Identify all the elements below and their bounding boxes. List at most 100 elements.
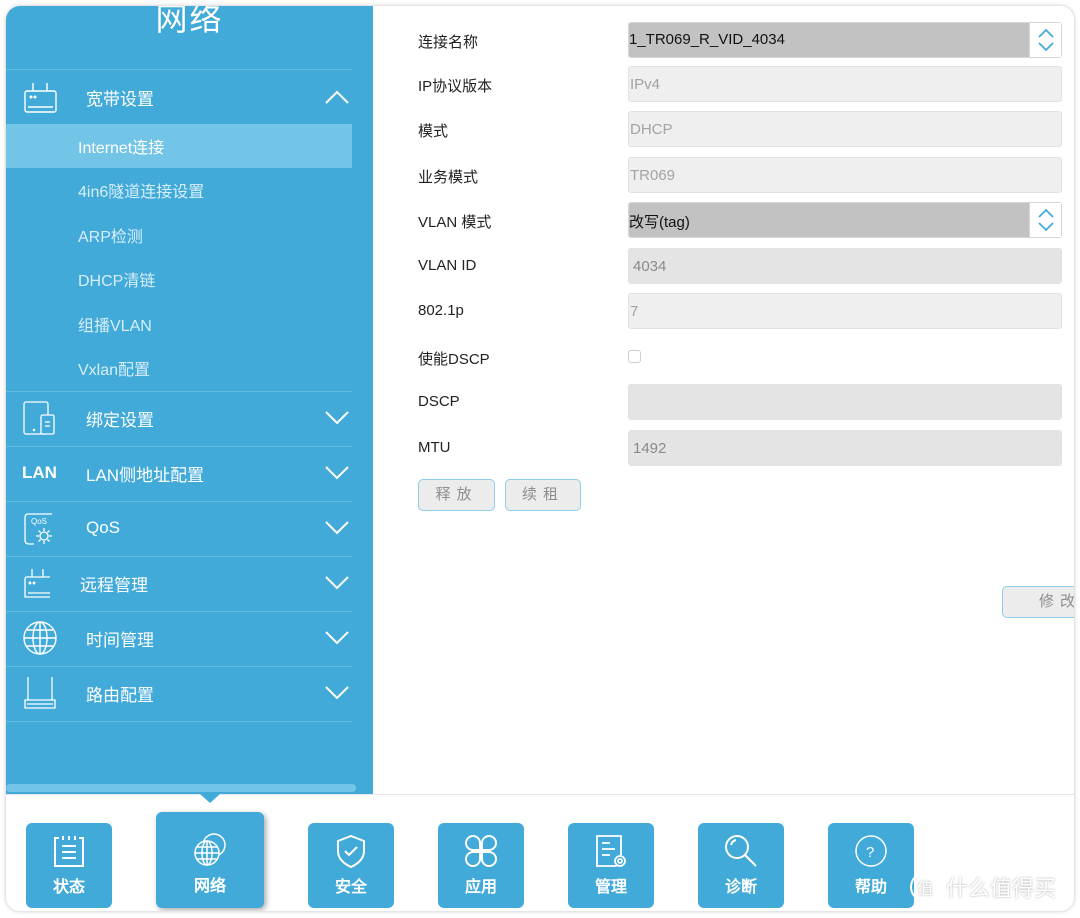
field-label: 模式 <box>418 123 449 140</box>
sidebar-group-qos[interactable]: QoS QoS <box>6 501 352 555</box>
chevron-down-icon[interactable] <box>324 465 350 481</box>
sidebar-group-label: 绑定设置 <box>86 410 154 430</box>
diagnose-search-icon <box>723 833 759 869</box>
form-row-vlan-id: VLAN ID 4034 <box>373 248 1074 284</box>
chevron-down-icon[interactable] <box>324 630 350 646</box>
select-spinner-icon <box>1029 203 1061 237</box>
field-label: DSCP <box>418 393 460 410</box>
remote-router-icon <box>22 565 58 601</box>
qos-gear-icon: QoS <box>22 510 58 546</box>
field-label: 业务模式 <box>418 169 479 186</box>
nav-tab-label: 管理 <box>594 879 627 896</box>
sidebar-group-broadband[interactable]: 宽带设置 <box>6 70 352 124</box>
bottom-nav: 状态 网络 安全 应用 管理 诊断 ? 帮助 值 什么值得买 <box>6 794 1074 911</box>
nav-tab-label: 应用 <box>464 879 497 896</box>
chevron-down-icon[interactable] <box>324 685 350 701</box>
chevron-down-icon[interactable] <box>324 520 350 536</box>
nav-tab-label: 网络 <box>193 878 226 895</box>
nav-tab-label: 诊断 <box>724 879 757 896</box>
vlan-mode-select[interactable]: 改写(tag) <box>628 202 1062 238</box>
sidebar-title: 网络 <box>155 6 224 37</box>
mtu-input[interactable]: 1492 <box>628 430 1062 466</box>
sidebar-group-time-management[interactable]: 时间管理 <box>6 611 352 665</box>
form-row-dscp: DSCP <box>373 384 1074 420</box>
modify-button[interactable]: 修改 <box>1002 586 1074 618</box>
dscp-input[interactable] <box>628 384 1062 420</box>
nav-tab-network[interactable]: 网络 <box>156 812 264 908</box>
form-row-connection-name: 连接名称 1_TR069_R_VID_4034 <box>373 22 1074 58</box>
enable-dscp-checkbox[interactable] <box>628 350 641 363</box>
sidebar-item-4in6-tunnel[interactable]: 4in6隧道连接设置 <box>6 168 352 212</box>
service-mode-field[interactable]: TR069 <box>628 157 1062 193</box>
sidebar-group-remote-management[interactable]: 远程管理 <box>6 556 352 610</box>
svg-text:?: ? <box>866 844 874 861</box>
ip-version-field[interactable]: IPv4 <box>628 66 1062 102</box>
field-label: MTU <box>418 439 451 456</box>
select-spinner-icon <box>1029 23 1061 57</box>
form-row-ip-version: IP协议版本 IPv4 <box>373 66 1074 102</box>
nav-tab-label: 安全 <box>334 879 367 896</box>
mode-field[interactable]: DHCP <box>628 111 1062 147</box>
sidebar-group-label: 时间管理 <box>86 630 154 650</box>
lan-icon: LAN <box>22 463 57 482</box>
sidebar-group-label: 远程管理 <box>80 575 148 595</box>
watermark: 值 什么值得买 <box>910 871 1056 903</box>
sidebar-group-binding[interactable]: 绑定设置 <box>6 391 352 445</box>
sidebar-item-arp-detect[interactable]: ARP检测 <box>6 213 352 257</box>
active-tab-pointer <box>200 794 220 803</box>
apps-grid-icon <box>463 833 499 869</box>
form-row-enable-dscp: 使能DSCP <box>373 339 1074 375</box>
renew-button[interactable]: 续租 <box>505 479 581 511</box>
sidebar-group-routing[interactable]: 路由配置 <box>6 666 352 720</box>
nav-tab-label: 帮助 <box>854 879 887 896</box>
nav-tab-status[interactable]: 状态 <box>26 823 112 908</box>
devices-icon <box>22 400 58 436</box>
nav-tab-apps[interactable]: 应用 <box>438 823 524 908</box>
watermark-text: 什么值得买 <box>946 876 1057 901</box>
chevron-up-icon[interactable] <box>324 89 350 105</box>
field-label: 连接名称 <box>418 34 479 51</box>
select-value: 1_TR069_R_VID_4034 <box>629 31 785 48</box>
globe-icon <box>22 620 58 656</box>
connection-form: 连接名称 1_TR069_R_VID_4034 IP协议版本 IPv4 模式 D… <box>373 6 1074 794</box>
sidebar-group-label: 路由配置 <box>86 685 154 705</box>
sidebar-group-lan-address[interactable]: LAN LAN侧地址配置 <box>6 446 352 500</box>
sidebar-item-vxlan[interactable]: Vxlan配置 <box>6 346 352 390</box>
sidebar-item-internet-connection[interactable]: Internet连接 <box>6 124 352 168</box>
form-row-mtu: MTU 1492 <box>373 430 1074 466</box>
form-row-vlan-mode: VLAN 模式 改写(tag) <box>373 202 1074 238</box>
field-label: IP协议版本 <box>418 78 493 95</box>
field-label: VLAN 模式 <box>418 214 492 231</box>
nav-tab-security[interactable]: 安全 <box>308 823 394 908</box>
sidebar-item-dhcp-clear[interactable]: DHCP清链 <box>6 257 352 301</box>
chevron-down-icon[interactable] <box>324 575 350 591</box>
divider <box>6 721 352 722</box>
form-row-service-mode: 业务模式 TR069 <box>373 157 1074 193</box>
status-clipboard-icon <box>51 833 87 869</box>
router-admin-window: 网络 宽带设置 Internet连接 4in6隧道连接设置 ARP检测 DHCP… <box>6 6 1074 911</box>
field-label: 使能DSCP <box>418 351 490 368</box>
form-row-8021p: 802.1p 7 <box>373 293 1074 329</box>
router-base-icon <box>22 675 58 711</box>
router-icon <box>22 79 58 115</box>
sidebar-item-multicast-vlan[interactable]: 组播VLAN <box>6 302 352 346</box>
sidebar-group-label: 宽带设置 <box>86 89 154 109</box>
vlan-id-input[interactable]: 4034 <box>628 248 1062 284</box>
release-button[interactable]: 释放 <box>418 479 495 511</box>
manage-document-icon <box>593 833 629 869</box>
watermark-badge: 值 <box>910 872 940 902</box>
sidebar-group-label: QoS <box>86 518 121 537</box>
form-row-mode: 模式 DHCP <box>373 111 1074 147</box>
nav-tab-diagnostics[interactable]: 诊断 <box>698 823 784 908</box>
dot1p-field[interactable]: 7 <box>628 293 1062 329</box>
select-value: 改写(tag) <box>629 214 690 231</box>
svg-text:QoS: QoS <box>31 517 47 526</box>
field-label: VLAN ID <box>418 257 477 274</box>
sidebar-horizontal-scrollbar[interactable] <box>6 784 356 792</box>
nav-tab-help[interactable]: ? 帮助 <box>828 823 914 908</box>
sidebar-group-label: LAN侧地址配置 <box>86 465 205 485</box>
nav-tab-label: 状态 <box>52 879 85 896</box>
connection-name-select[interactable]: 1_TR069_R_VID_4034 <box>628 22 1062 58</box>
chevron-down-icon[interactable] <box>324 410 350 426</box>
nav-tab-management[interactable]: 管理 <box>568 823 654 908</box>
